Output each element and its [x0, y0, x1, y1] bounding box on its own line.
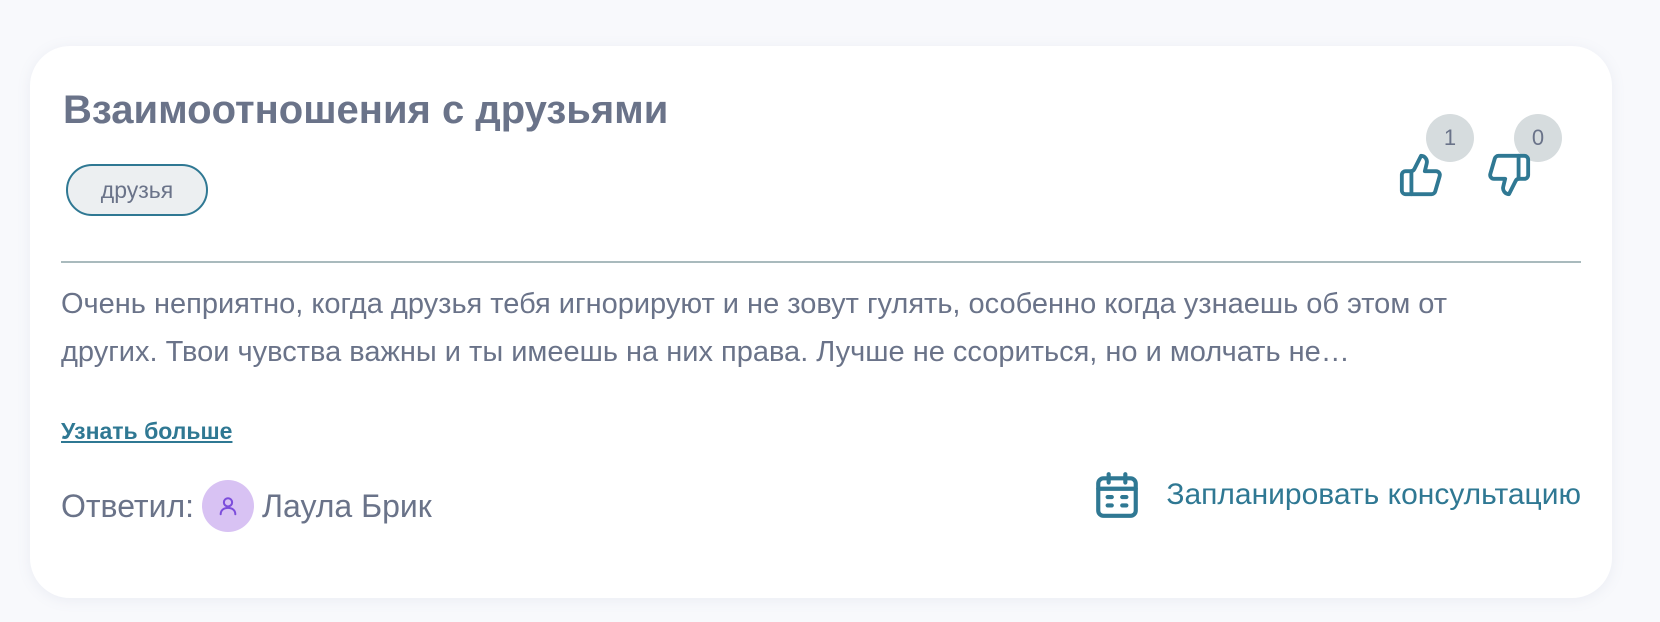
question-title: Взаимоотношения с друзьями: [63, 88, 669, 132]
learn-more-link[interactable]: Узнать больше: [61, 418, 232, 445]
question-card: Взаимоотношения с друзьями друзья 1 0 Оч…: [30, 46, 1612, 598]
dislike-button[interactable]: 0: [1486, 114, 1562, 214]
question-excerpt: Очень неприятно, когда друзья тебя игнор…: [61, 288, 1448, 368]
schedule-label: Запланировать консультацию: [1166, 478, 1581, 511]
answered-by: Ответил: Лаула Брик: [61, 478, 432, 534]
like-button[interactable]: 1: [1398, 114, 1474, 214]
calendar-icon: [1096, 472, 1139, 518]
user-icon: [219, 497, 237, 516]
schedule-consultation-button[interactable]: Запланировать консультацию: [1092, 466, 1581, 524]
author-name[interactable]: Лаула Брик: [262, 488, 432, 525]
avatar: [202, 480, 255, 532]
tag-chip[interactable]: друзья: [66, 164, 208, 216]
divider: [61, 261, 1581, 263]
thumbs-up-icon: [1399, 153, 1442, 197]
thumbs-down-icon: [1488, 153, 1531, 197]
answered-label: Ответил:: [61, 487, 195, 524]
